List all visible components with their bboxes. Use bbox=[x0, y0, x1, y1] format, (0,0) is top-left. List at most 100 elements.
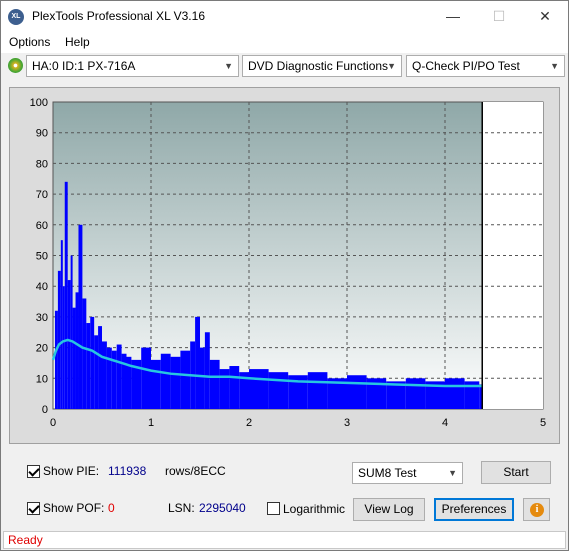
logarithmic-label: Logarithmic bbox=[283, 502, 346, 516]
pie-bar bbox=[170, 356, 181, 409]
pie-bar bbox=[62, 286, 65, 409]
chevron-down-icon: ▼ bbox=[387, 61, 396, 71]
pof-value: 0 bbox=[108, 501, 115, 515]
info-icon: i bbox=[530, 503, 544, 517]
menu-bar: Options Help bbox=[1, 32, 568, 53]
chevron-down-icon: ▼ bbox=[550, 61, 559, 71]
pie-bar bbox=[98, 326, 102, 409]
pie-bar bbox=[57, 270, 61, 409]
pie-bar bbox=[82, 298, 87, 409]
pie-bar bbox=[268, 372, 289, 409]
start-button[interactable]: Start bbox=[481, 461, 551, 484]
x-tick-label: 5 bbox=[540, 417, 546, 429]
test-select[interactable]: Q-Check PI/PO Test ▼ bbox=[406, 55, 565, 77]
y-tick-label: 90 bbox=[36, 128, 48, 140]
y-tick-label: 20 bbox=[36, 343, 48, 355]
view-log-button-label: View Log bbox=[364, 502, 414, 516]
sum-test-select[interactable]: SUM8 Test ▼ bbox=[352, 462, 463, 484]
pie-bar bbox=[195, 316, 200, 409]
preferences-button[interactable]: Preferences bbox=[434, 498, 514, 521]
disc-drive-icon bbox=[8, 58, 23, 73]
app-logo-icon: XL bbox=[8, 9, 24, 25]
status-text: Ready bbox=[8, 533, 43, 547]
maximize-button[interactable]: ☐ bbox=[476, 1, 522, 32]
drive-select-value: HA:0 ID:1 PX-716A bbox=[32, 59, 136, 73]
y-tick-label: 40 bbox=[36, 281, 48, 293]
rows-unit-label: rows/8ECC bbox=[165, 464, 226, 478]
show-pie-checkbox[interactable] bbox=[27, 465, 40, 478]
pie-bar bbox=[405, 378, 426, 409]
logarithmic-checkbox[interactable] bbox=[267, 502, 280, 515]
show-pof-label: Show POF: bbox=[43, 501, 105, 515]
pie-bar bbox=[204, 332, 210, 409]
close-button[interactable]: ✕ bbox=[522, 1, 568, 32]
chart-panel: 0 10 20 30 40 50 60 70 80 90 100 0 1 2 3 4 5 bbox=[9, 87, 560, 444]
drive-select[interactable]: HA:0 ID:1 PX-716A ▼ bbox=[26, 55, 239, 77]
preferences-button-label: Preferences bbox=[441, 502, 507, 516]
y-tick-label: 70 bbox=[36, 189, 48, 201]
y-tick-label: 10 bbox=[36, 373, 48, 385]
pie-bar bbox=[445, 378, 465, 409]
function-select-value: DVD Diagnostic Functions bbox=[248, 59, 389, 73]
pie-bar bbox=[67, 280, 71, 409]
lsn-value: 2295040 bbox=[199, 501, 246, 515]
pie-bar bbox=[54, 310, 58, 409]
x-tick-label: 4 bbox=[442, 417, 448, 429]
pie-bar bbox=[347, 375, 367, 409]
show-pof-checkbox[interactable] bbox=[27, 502, 40, 515]
pie-bar bbox=[249, 369, 269, 409]
pie-value: 111938 bbox=[108, 464, 147, 478]
y-tick-label: 30 bbox=[36, 312, 48, 324]
pie-bar bbox=[160, 353, 171, 409]
menu-options[interactable]: Options bbox=[9, 35, 50, 49]
y-tick-label: 50 bbox=[36, 251, 48, 263]
pie-bar bbox=[64, 181, 68, 409]
toolbar: HA:0 ID:1 PX-716A ▼ DVD Diagnostic Funct… bbox=[1, 53, 568, 79]
pie-bar bbox=[78, 224, 83, 409]
controls-panel: Show PIE: 111938 rows/8ECC SUM8 Test ▼ S… bbox=[9, 452, 560, 528]
sum-test-select-value: SUM8 Test bbox=[358, 466, 417, 480]
status-bar: Ready bbox=[3, 531, 566, 549]
menu-help[interactable]: Help bbox=[65, 35, 90, 49]
y-tick-label: 80 bbox=[36, 158, 48, 170]
lsn-label: LSN: bbox=[168, 501, 195, 515]
chevron-down-icon: ▼ bbox=[448, 468, 457, 478]
main-window: XL PlexTools Professional XL V3.16 — ☐ ✕… bbox=[0, 0, 569, 551]
pie-bar bbox=[180, 350, 191, 409]
test-select-value: Q-Check PI/PO Test bbox=[412, 59, 520, 73]
minimize-button[interactable]: — bbox=[430, 1, 476, 32]
pie-bar bbox=[106, 347, 112, 409]
x-tick-label: 1 bbox=[148, 417, 154, 429]
x-tick-label: 0 bbox=[50, 417, 56, 429]
y-tick-label: 0 bbox=[42, 404, 48, 416]
window-title: PlexTools Professional XL V3.16 bbox=[32, 9, 205, 23]
pie-bar bbox=[94, 335, 99, 409]
view-log-button[interactable]: View Log bbox=[353, 498, 425, 521]
pie-bar bbox=[200, 347, 205, 409]
x-tick-label: 2 bbox=[246, 417, 252, 429]
pie-bar bbox=[219, 369, 230, 409]
show-pie-label: Show PIE: bbox=[43, 464, 100, 478]
pie-bar bbox=[72, 307, 76, 409]
chevron-down-icon: ▼ bbox=[224, 61, 233, 71]
pie-bar bbox=[102, 341, 107, 409]
pie-bar bbox=[141, 347, 151, 409]
y-tick-label: 60 bbox=[36, 220, 48, 232]
pie-bar bbox=[90, 316, 95, 409]
y-tick-label: 100 bbox=[30, 97, 48, 109]
pie-bar bbox=[70, 255, 73, 409]
info-button[interactable]: i bbox=[523, 498, 550, 521]
pie-bar bbox=[209, 359, 220, 409]
pie-bar bbox=[229, 366, 240, 409]
pie-bar bbox=[307, 372, 328, 409]
pi-po-chart: 0 10 20 30 40 50 60 70 80 90 100 0 1 2 3 4 5 bbox=[30, 97, 546, 429]
function-select[interactable]: DVD Diagnostic Functions ▼ bbox=[242, 55, 402, 77]
title-bar: XL PlexTools Professional XL V3.16 — ☐ ✕ bbox=[1, 1, 568, 32]
x-tick-label: 3 bbox=[344, 417, 350, 429]
pie-bar bbox=[60, 240, 63, 409]
pie-bar bbox=[151, 359, 161, 409]
pie-bar bbox=[75, 292, 79, 409]
pie-bar bbox=[116, 344, 122, 409]
pie-bar bbox=[86, 323, 91, 409]
start-button-label: Start bbox=[503, 465, 529, 479]
